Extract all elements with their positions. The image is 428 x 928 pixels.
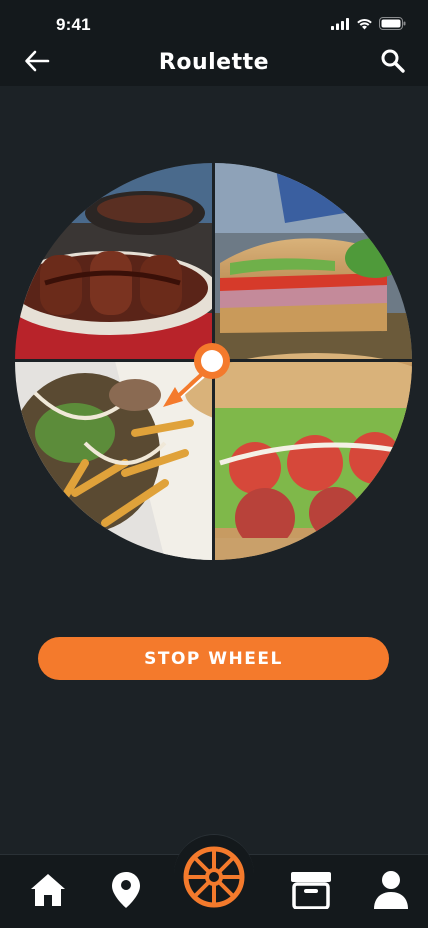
archive-box-icon bbox=[291, 872, 331, 909]
wheel-segment-sub-sandwich bbox=[214, 163, 412, 360]
search-button[interactable] bbox=[378, 46, 408, 76]
tab-roulette[interactable] bbox=[182, 845, 246, 909]
wheel-segment-enchiladas bbox=[15, 163, 220, 360]
tab-home[interactable] bbox=[23, 865, 73, 915]
roulette-wheel-icon bbox=[183, 846, 245, 908]
signal-icon bbox=[331, 17, 349, 30]
status-icons bbox=[331, 17, 406, 30]
app-header: Roulette bbox=[0, 44, 428, 86]
page-title: Roulette bbox=[158, 50, 270, 75]
tab-profile[interactable] bbox=[366, 865, 416, 915]
stop-wheel-button[interactable]: STOP WHEEL bbox=[38, 637, 389, 680]
map-pin-icon bbox=[112, 872, 140, 908]
wheel-segment-italian-hoagie bbox=[185, 353, 412, 560]
battery-icon bbox=[379, 17, 406, 30]
user-icon bbox=[374, 871, 408, 909]
wifi-icon bbox=[357, 18, 372, 29]
search-icon bbox=[381, 49, 405, 73]
tab-locations[interactable] bbox=[101, 865, 151, 915]
home-icon bbox=[31, 874, 65, 906]
status-bar: 9:41 bbox=[0, 0, 428, 44]
status-time: 9:41 bbox=[56, 15, 91, 34]
tab-archive[interactable] bbox=[286, 865, 336, 915]
roulette-wheel[interactable] bbox=[15, 163, 412, 560]
wheel-graphic bbox=[15, 163, 412, 560]
